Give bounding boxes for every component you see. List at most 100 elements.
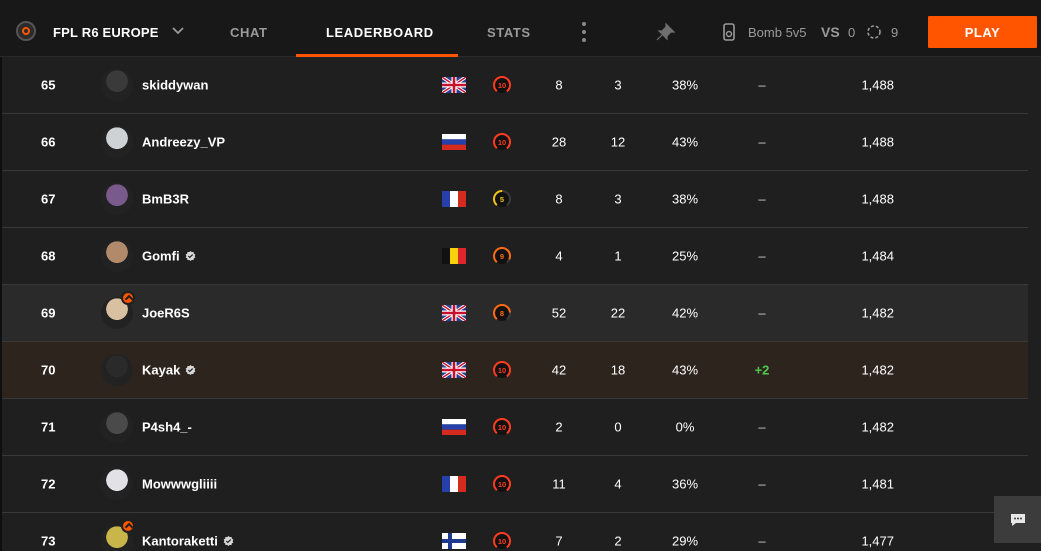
win-rate: 43% [671, 134, 699, 150]
player-name[interactable]: Kayak [142, 363, 196, 378]
player-name-text[interactable]: P4sh4_- [142, 420, 192, 435]
player-name[interactable]: BmB3R [142, 192, 189, 207]
svg-text:9: 9 [500, 252, 504, 261]
rank: 68 [41, 248, 56, 264]
win-rate: 29% [671, 533, 699, 549]
rainbow-six-icon [723, 23, 735, 41]
player-name-text[interactable]: Gomfi [142, 249, 180, 264]
hub-logo-icon[interactable] [16, 21, 36, 41]
player-name-text[interactable]: BmB3R [142, 192, 189, 207]
avatar[interactable] [101, 354, 133, 386]
avatar[interactable] [101, 291, 135, 329]
player-name[interactable]: Kantoraketti [142, 534, 234, 549]
avatar[interactable] [101, 183, 133, 215]
rank: 66 [41, 134, 56, 150]
avatar[interactable] [101, 126, 133, 158]
matches: 28 [551, 134, 567, 150]
table-row[interactable]: 69 JoeR6S 8 52 22 42% – 1,482 [2, 285, 1028, 342]
table-row[interactable]: 67 BmB3R 5 8 3 38% – 1,488 [2, 171, 1028, 228]
rank-change: – [758, 191, 766, 207]
svg-text:5: 5 [500, 195, 504, 204]
country-flag-icon [442, 305, 466, 321]
player-name[interactable]: Gomfi [142, 249, 196, 264]
country-flag-icon [442, 134, 466, 150]
queue-icon [867, 25, 881, 39]
vs-label: VS [821, 24, 840, 40]
win-rate: 42% [671, 305, 699, 321]
table-row[interactable]: 73 Kantoraketti 10 7 2 29% – 1,477 [2, 513, 1028, 551]
skill-level-icon: 9 [493, 247, 511, 265]
chevron-down-icon[interactable] [170, 22, 186, 38]
table-row[interactable]: 72 Mowwwgliiii 10 11 4 36% – 1,481 [2, 456, 1028, 513]
country-flag-icon [442, 533, 466, 549]
player-name[interactable]: skiddywan [142, 78, 208, 93]
elo: 1,484 [861, 248, 894, 264]
avatar[interactable] [101, 519, 135, 551]
top-bar: FPL R6 EUROPE CHAT LEADERBOARD STATS Bom… [0, 0, 1041, 57]
country-flag-icon [442, 77, 466, 93]
table-row[interactable]: 66 Andreezy_VP 10 28 12 43% – 1,488 [2, 114, 1028, 171]
skill-level-icon: 8 [493, 304, 511, 322]
avatar[interactable] [101, 69, 133, 101]
svg-text:10: 10 [498, 423, 506, 432]
hub-name[interactable]: FPL R6 EUROPE [53, 25, 159, 40]
svg-text:10: 10 [498, 480, 506, 489]
table-row[interactable]: 65 skiddywan 10 8 3 38% – 1,488 [2, 57, 1028, 114]
tab-stats[interactable]: STATS [487, 25, 531, 40]
wins: 4 [614, 476, 622, 492]
player-name[interactable]: Andreezy_VP [142, 135, 225, 150]
rank-change: – [758, 77, 766, 93]
avatar[interactable] [101, 468, 133, 500]
rank-change: – [758, 305, 766, 321]
svg-text:8: 8 [500, 309, 504, 318]
elo: 1,488 [861, 191, 894, 207]
player-name-text[interactable]: skiddywan [142, 78, 208, 93]
chat-bubble-icon[interactable] [994, 496, 1041, 543]
table-row[interactable]: 68 Gomfi 9 4 1 25% – 1,484 [2, 228, 1028, 285]
rank: 73 [41, 533, 56, 549]
table-row[interactable]: 71 P4sh4_- 10 2 0 0% – 1,482 [2, 399, 1028, 456]
wins: 18 [610, 362, 626, 378]
avatar[interactable] [101, 411, 133, 443]
player-name-text[interactable]: JoeR6S [142, 306, 190, 321]
country-flag-icon [442, 419, 466, 435]
win-rate: 0% [675, 419, 695, 435]
player-name-text[interactable]: Andreezy_VP [142, 135, 225, 150]
elo: 1,477 [861, 533, 894, 549]
pin-icon[interactable] [655, 23, 675, 41]
player-name-text[interactable]: Mowwwgliiii [142, 477, 217, 492]
play-button[interactable]: PLAY [928, 16, 1037, 48]
rank-change: – [758, 248, 766, 264]
rank-change: +2 [754, 362, 770, 378]
avatar[interactable] [101, 240, 133, 272]
tab-leaderboard[interactable]: LEADERBOARD [326, 25, 434, 40]
elo: 1,488 [861, 134, 894, 150]
elo: 1,482 [861, 419, 894, 435]
rank: 67 [41, 191, 56, 207]
table-row[interactable]: 70 Kayak 10 42 18 43% +2 1,482 [2, 342, 1028, 399]
skill-level-icon: 10 [493, 133, 511, 151]
player-name-text[interactable]: Kayak [142, 363, 180, 378]
kebab-menu-icon[interactable] [580, 22, 588, 42]
country-flag-icon [442, 476, 466, 492]
svg-text:10: 10 [498, 138, 506, 147]
level-up-badge-icon [121, 519, 135, 533]
svg-text:10: 10 [498, 81, 506, 90]
player-name[interactable]: JoeR6S [142, 306, 190, 321]
verified-icon [223, 535, 234, 547]
wins: 3 [614, 191, 622, 207]
win-rate: 43% [671, 362, 699, 378]
matches: 7 [555, 533, 563, 549]
vs-count: 0 [848, 25, 856, 40]
skill-level-icon: 10 [493, 418, 511, 436]
skill-level-icon: 5 [493, 190, 511, 208]
matches: 4 [555, 248, 563, 264]
player-name-text[interactable]: Kantoraketti [142, 534, 218, 549]
rank-change: – [758, 419, 766, 435]
player-name[interactable]: P4sh4_- [142, 420, 192, 435]
player-name[interactable]: Mowwwgliiii [142, 477, 217, 492]
svg-text:10: 10 [498, 537, 506, 546]
skill-level-icon: 10 [493, 76, 511, 94]
skill-level-icon: 10 [493, 475, 511, 493]
tab-chat[interactable]: CHAT [230, 25, 268, 40]
